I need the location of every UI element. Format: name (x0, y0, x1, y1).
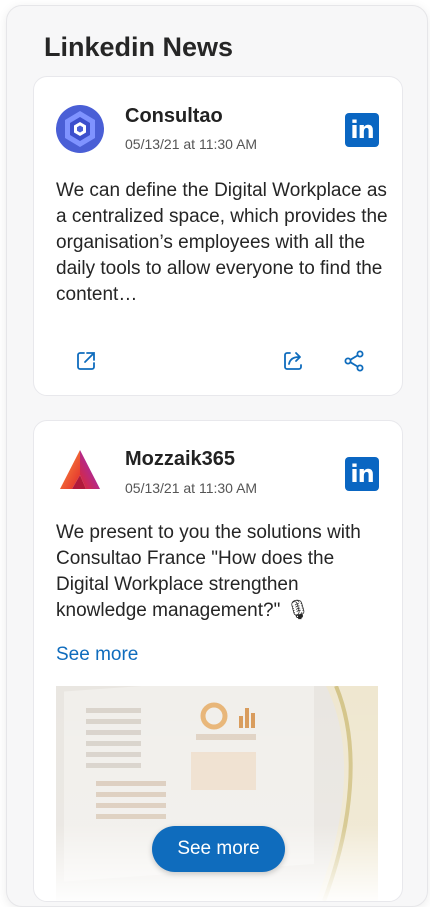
post-text: We can define the Digital Workplace as a… (56, 180, 388, 305)
see-more-button[interactable]: See more (152, 826, 285, 872)
post-author: Mozzaik365 (125, 448, 236, 470)
share-network-icon[interactable] (342, 349, 366, 373)
post-date: 05/13/21 at 11:30 AM (125, 136, 258, 152)
mozzaik365-logo-icon (60, 450, 100, 489)
news-card-1[interactable]: Consultao 05/13/21 at 11:30 AM in We can… (33, 76, 403, 396)
open-external-icon[interactable] (74, 349, 98, 373)
consultao-logo-icon (56, 105, 104, 153)
share-icon[interactable] (281, 349, 305, 373)
post-text: We present to you the solutions with Con… (56, 522, 361, 621)
linkedin-news-widget: Linkedin News Consultao 05/13/21 at 11:3… (6, 5, 428, 907)
post-author: Consultao (125, 105, 223, 127)
post-date: 05/13/21 at 11:30 AM (125, 480, 258, 496)
widget-title: Linkedin News (44, 32, 234, 62)
linkedin-icon[interactable]: in (345, 113, 379, 147)
linkedin-icon[interactable]: in (345, 457, 379, 491)
see-more-link[interactable]: See more (56, 644, 138, 666)
